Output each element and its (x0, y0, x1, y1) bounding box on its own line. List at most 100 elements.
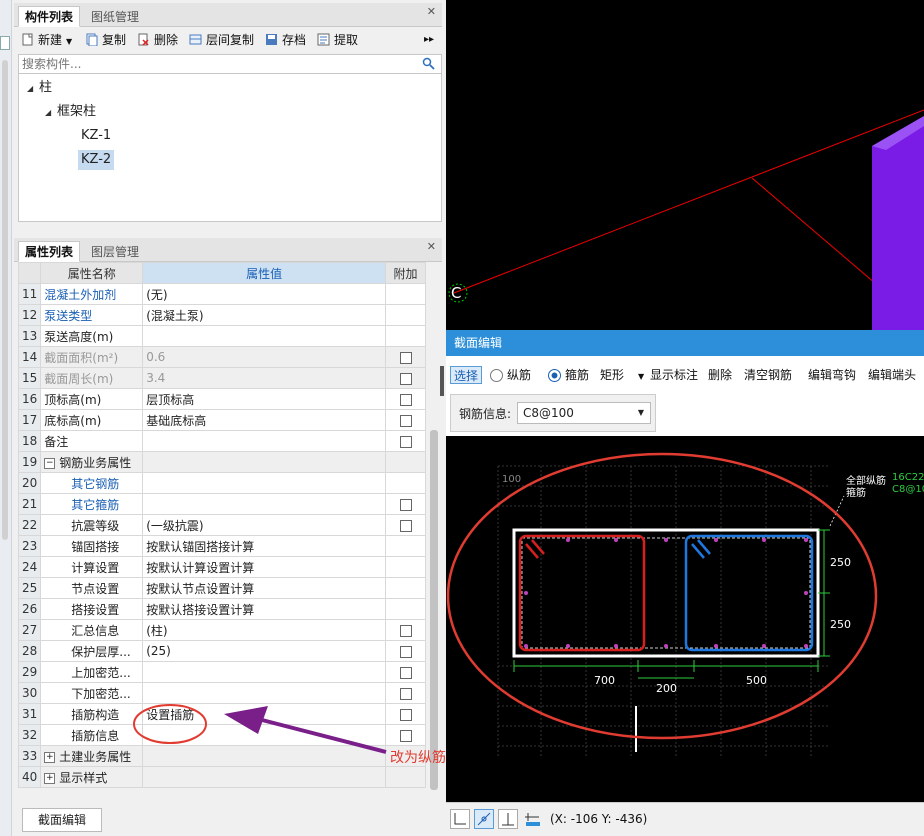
table-row[interactable]: 13 泵送高度(m) (17, 325, 426, 347)
component-tree: ◢ 柱 ◢ 框架柱 KZ-1 KZ-2 (18, 74, 442, 222)
collapse-icon[interactable]: − (44, 457, 56, 469)
extra-checkbox[interactable] (399, 393, 412, 406)
legend-stirrup-value: C8@100 (892, 484, 924, 495)
tab-drawing-management[interactable]: 图纸管理 (84, 6, 146, 27)
header-extra: 附加 (385, 262, 426, 284)
ortho-icon[interactable] (450, 809, 470, 829)
extra-checkbox[interactable] (399, 645, 412, 658)
tab-component-list[interactable]: 构件列表 (18, 6, 81, 27)
tree-node-frame-column[interactable]: ◢ 框架柱 (45, 102, 96, 122)
extract-icon (317, 33, 330, 46)
insert-rebar-value[interactable]: 设置插筋 (142, 703, 387, 725)
shape-dropdown[interactable]: 矩形 ▼ (600, 366, 644, 384)
table-row[interactable]: 11 混凝土外加剂 (无) (17, 283, 426, 305)
table-row[interactable]: 12 泵送类型 (混凝土泵) (17, 304, 426, 326)
expand-icon[interactable]: + (44, 772, 56, 784)
table-row[interactable]: 28 保护层厚... (25) (17, 640, 426, 662)
tree-item-kz2[interactable]: KZ-2 (78, 150, 115, 170)
delete-rebar-button[interactable]: 删除 (708, 366, 732, 384)
tree-node-column[interactable]: ◢ 柱 (27, 78, 52, 98)
expand-triangle-icon[interactable]: ◢ (27, 79, 39, 99)
longitudinal-radio[interactable]: 纵筋 (490, 366, 531, 384)
perpendicular-icon[interactable] (498, 809, 518, 829)
header-index (17, 262, 42, 284)
section-canvas[interactable]: 100 700 200 500 250 250 全部纵筋 16C22 箍筋 C8… (446, 436, 924, 802)
table-row[interactable]: 29 上加密范... (17, 661, 426, 683)
search-icon[interactable] (422, 57, 435, 70)
table-row[interactable]: 31 插筋构造 设置插筋 (17, 703, 426, 725)
extract-button[interactable]: 提取 (316, 31, 358, 49)
floor-copy-icon (189, 34, 202, 45)
table-row[interactable]: 24 计算设置 按默认计算设置计算 (17, 556, 426, 578)
scrollbar-thumb[interactable] (430, 430, 438, 790)
section-edit-button[interactable]: 截面编辑 (22, 808, 102, 832)
property-tabbar: 属性列表 图层管理 ✕ (14, 238, 442, 262)
legend-stirrup-label: 箍筋 (846, 488, 866, 499)
3d-viewport[interactable]: C (446, 0, 924, 330)
tree-item-kz1[interactable]: KZ-1 (81, 126, 111, 146)
table-row[interactable]: 27 汇总信息 (柱) (17, 619, 426, 641)
copy-button[interactable]: 复制 (84, 31, 126, 49)
extra-checkbox[interactable] (399, 624, 412, 637)
table-row-group[interactable]: 40 + 显示样式 (17, 766, 426, 788)
clear-rebar-button[interactable]: 清空钢筋 (744, 366, 792, 384)
table-row[interactable]: 21 其它箍筋 (17, 493, 426, 515)
property-scrollbar[interactable] (428, 262, 440, 792)
expand-icon[interactable]: + (44, 751, 56, 763)
dim-700: 700 (594, 674, 615, 687)
table-row[interactable]: 18 备注 (17, 430, 426, 452)
snap-icon[interactable] (474, 809, 494, 829)
extra-checkbox[interactable] (399, 414, 412, 427)
header-name: 属性名称 (40, 262, 144, 284)
left-scrollbar[interactable] (2, 60, 8, 540)
extra-checkbox[interactable] (399, 708, 412, 721)
table-row[interactable]: 32 插筋信息 (17, 724, 426, 746)
new-button[interactable]: 新建 ▼ (20, 31, 72, 49)
stirrup-radio[interactable]: 箍筋 (548, 366, 589, 384)
extra-checkbox[interactable] (399, 687, 412, 700)
tab-property-list[interactable]: 属性列表 (18, 241, 81, 262)
legend-all-long-value: 16C22 (892, 472, 924, 483)
expand-triangle-icon[interactable]: ◢ (45, 103, 57, 123)
splitter-handle[interactable] (440, 366, 444, 396)
table-row-group[interactable]: 33 + 土建业务属性 (17, 745, 426, 767)
delete-button[interactable]: 删除 (136, 31, 178, 49)
close-icon[interactable]: ✕ (427, 5, 436, 18)
search-input[interactable] (19, 55, 409, 73)
radio-selected-icon (548, 369, 561, 382)
save-button[interactable]: 存档 (264, 31, 306, 49)
dim-250-top: 250 (830, 556, 851, 569)
property-table: 属性名称 属性值 附加 11 混凝土外加剂 (无) 12 泵送类型 (混凝土泵) 13 泵… (17, 262, 426, 788)
left-dock-strip (0, 0, 12, 836)
dock-icon[interactable] (0, 36, 10, 50)
close-icon[interactable]: ✕ (427, 240, 436, 253)
floor-copy-button[interactable]: 层间复制 (188, 31, 254, 49)
edit-end-button[interactable]: 编辑端头 (868, 366, 916, 384)
table-row[interactable]: 30 下加密范... (17, 682, 426, 704)
extra-checkbox[interactable] (399, 666, 412, 679)
table-row[interactable]: 16 顶标高(m) 层顶标高 (17, 388, 426, 410)
select-button[interactable]: 选择 (450, 366, 483, 384)
dimension-icon[interactable] (522, 809, 542, 829)
extra-checkbox[interactable] (399, 519, 412, 532)
extra-checkbox[interactable] (399, 729, 412, 742)
edit-hook-button[interactable]: 编辑弯钩 (808, 366, 856, 384)
table-row[interactable]: 17 底标高(m) 基础底标高 (17, 409, 426, 431)
table-row[interactable]: 25 节点设置 按默认节点设置计算 (17, 577, 426, 599)
extra-checkbox[interactable] (399, 351, 412, 364)
dim-500: 500 (746, 674, 767, 687)
extra-checkbox[interactable] (399, 372, 412, 385)
left-panel: 构件列表 图纸管理 ✕ 新建 ▼ 复制 删除 层间复制 存档 提取 ▸▸ 搜索构… (14, 0, 442, 836)
chevron-down-icon: ▼ (66, 37, 73, 46)
show-labels-button[interactable]: 显示标注 (650, 366, 698, 384)
tab-layer-management[interactable]: 图层管理 (84, 241, 146, 262)
table-row[interactable]: 20 其它钢筋 (17, 472, 426, 494)
table-row[interactable]: 22 抗震等级 (一级抗震) (17, 514, 426, 536)
more-icon[interactable]: ▸▸ (424, 31, 434, 49)
extra-checkbox[interactable] (399, 435, 412, 448)
rebar-info-select[interactable]: C8@100 ▼ (517, 402, 651, 424)
table-row[interactable]: 26 搭接设置 按默认搭接设置计算 (17, 598, 426, 620)
table-row[interactable]: 23 锚固搭接 按默认锚固搭接计算 (17, 535, 426, 557)
table-row-group[interactable]: 19− 钢筋业务属性 (17, 451, 426, 473)
extra-checkbox[interactable] (399, 498, 412, 511)
